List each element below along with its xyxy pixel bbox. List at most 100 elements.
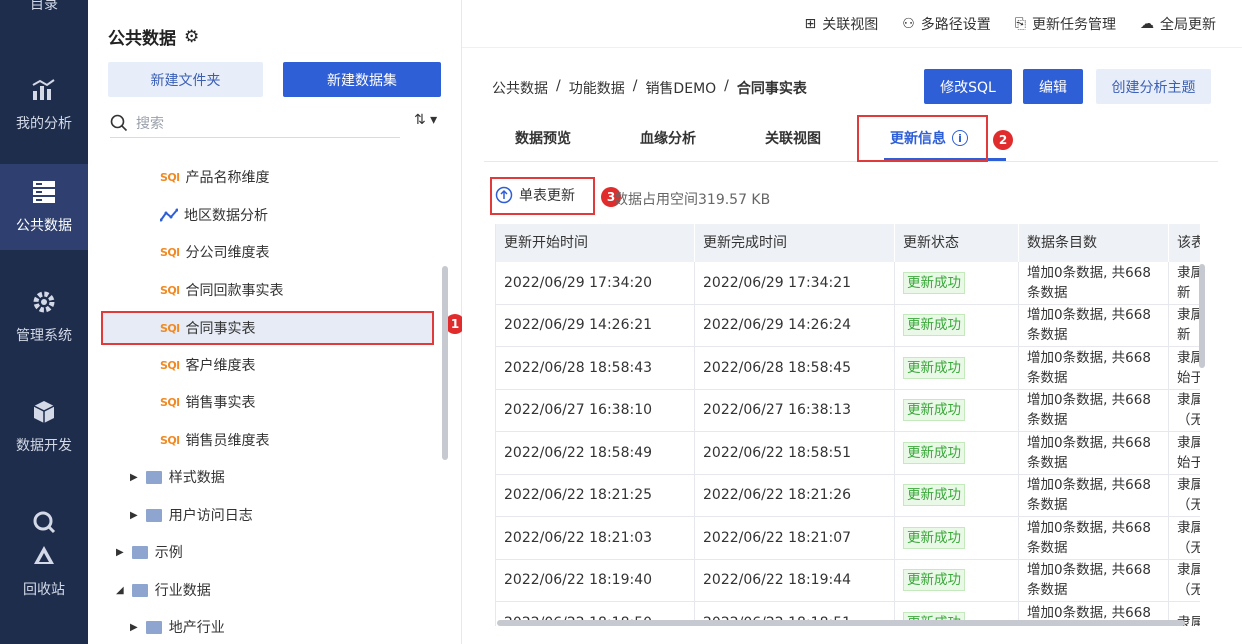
extra-line: 隶属 — [1177, 392, 1200, 409]
table-row[interactable]: 2022/06/29 14:26:21 2022/06/29 14:26:24 更新… — [496, 304, 1200, 347]
caret-right-icon[interactable]: ▶ — [130, 622, 138, 633]
edit-sql-button[interactable]: 修改SQL — [924, 69, 1012, 104]
related-view-label: 关联视图 — [822, 16, 879, 33]
cell-status: 更新成功 — [895, 559, 1019, 601]
record-count-line: 增加0条数据, 共668 — [1027, 392, 1151, 409]
tab-data-preview[interactable]: 数据预览 — [515, 128, 571, 148]
tree-item[interactable]: SQl 合同回款事实表 — [160, 273, 284, 307]
tree-item[interactable]: 地区数据分析 — [160, 198, 268, 232]
cell-record-count: 增加0条数据, 共668 条数据 — [1019, 389, 1169, 431]
new-folder-button[interactable]: 新建文件夹 — [108, 62, 263, 97]
multipath-label: 多路径设置 — [920, 16, 991, 33]
table-row[interactable]: 2022/06/29 17:34:20 2022/06/29 17:34:21 更新… — [496, 262, 1200, 305]
tree-folder[interactable]: ▶ 用户访问日志 — [130, 498, 253, 532]
tree-folder[interactable]: ▶ 示例 — [116, 535, 183, 569]
global-update-button[interactable]: ☁ 全局更新 — [1140, 14, 1216, 34]
breadcrumb-item[interactable]: 公共数据 — [492, 78, 548, 98]
record-count-line: 条数据 — [1027, 497, 1068, 514]
record-count-line: 增加0条数据, 共668 — [1027, 307, 1151, 324]
edit-button[interactable]: 编辑 — [1023, 69, 1083, 104]
rail-item-label: 数据开发 — [16, 438, 72, 454]
tree-item[interactable]: SQl 产品名称维度 — [160, 160, 270, 194]
rail-item-recycle[interactable]: 回收站 — [0, 494, 88, 614]
single-update-button[interactable]: 单表更新 — [495, 185, 575, 205]
tree-item-label: 产品名称维度 — [185, 170, 270, 186]
breadcrumb-separator: / — [556, 78, 561, 94]
table-row[interactable]: 2022/06/27 16:38:10 2022/06/27 16:38:13 更新… — [496, 389, 1200, 432]
tree-item[interactable]: SQl 销售员维度表 — [160, 423, 270, 457]
tree-item[interactable]: SQl 客户维度表 — [160, 348, 256, 382]
rail-item-my-analysis[interactable]: 我的分析 — [0, 62, 88, 148]
status-badge: 更新成功 — [903, 569, 965, 592]
highlight-box-1 — [101, 311, 434, 345]
top-toolbar: ⊞ 关联视图 ⚇ 多路径设置 ⎘ 更新任务管理 ☁ 全局更新 — [462, 0, 1242, 48]
table-vertical-scrollbar[interactable] — [1199, 264, 1205, 368]
caret-down-icon[interactable]: ◢ — [116, 585, 124, 596]
caret-right-icon[interactable]: ▶ — [130, 472, 138, 483]
cell-end-time: 2022/06/29 14:26:24 — [695, 304, 895, 346]
table-row[interactable]: 2022/06/28 18:58:43 2022/06/28 18:58:45 更新… — [496, 347, 1200, 390]
cell-record-count: 增加0条数据, 共668 条数据 — [1019, 474, 1169, 516]
cell-start-time: 2022/06/22 18:19:40 — [496, 559, 695, 601]
breadcrumb: 公共数据 / 功能数据 / 销售DEMO / 合同事实表 — [492, 78, 807, 98]
tree-folder[interactable]: ▶ 样式数据 — [130, 460, 225, 494]
column-header: 数据条目数 — [1019, 224, 1169, 262]
search-input[interactable]: 搜索 — [110, 108, 400, 138]
record-count-line: 增加0条数据, 共668 — [1027, 477, 1151, 494]
panel-title: 公共数据 ⚙ — [108, 24, 199, 50]
cell-end-time: 2022/06/27 16:38:13 — [695, 389, 895, 431]
table-row[interactable]: 2022/06/22 18:21:03 2022/06/22 18:21:07 更新… — [496, 517, 1200, 560]
cell-extra: 隶属新 — [1169, 262, 1200, 304]
breadcrumb-item[interactable]: 销售DEMO — [645, 78, 716, 98]
gear-icon[interactable]: ⚙ — [184, 27, 199, 47]
cell-end-time: 2022/06/28 18:58:45 — [695, 347, 895, 389]
tree-item[interactable]: SQl 分公司维度表 — [160, 235, 270, 269]
breadcrumb-item[interactable]: 功能数据 — [569, 78, 625, 98]
rail-item-admin[interactable]: 管理系统 — [0, 274, 88, 360]
cell-extra: 隶属 （无 — [1169, 390, 1200, 432]
cell-end-time: 2022/06/22 18:21:07 — [695, 517, 895, 559]
extra-line: 隶属 — [1177, 477, 1200, 494]
global-update-label: 全局更新 — [1160, 16, 1216, 33]
single-update-label: 单表更新 — [519, 188, 575, 204]
tree-item[interactable]: SQl 销售事实表 — [160, 385, 256, 419]
create-topic-button[interactable]: 创建分析主题 — [1096, 69, 1211, 104]
table-row[interactable]: 2022/06/22 18:19:40 2022/06/22 18:19:44 更新… — [496, 559, 1200, 602]
related-view-button[interactable]: ⊞ 关联视图 — [805, 14, 879, 34]
extra-line: （无 — [1177, 582, 1200, 599]
tree-folder[interactable]: ◢ 行业数据 — [116, 573, 211, 607]
cell-start-time: 2022/06/28 18:58:43 — [496, 347, 695, 389]
caret-right-icon[interactable]: ▶ — [130, 510, 138, 521]
cell-end-time: 2022/06/29 17:34:21 — [695, 262, 895, 304]
related-view-icon: ⊞ — [804, 15, 817, 32]
status-badge: 更新成功 — [903, 399, 965, 422]
extra-line: 隶属 — [1177, 264, 1200, 281]
record-count-line: 条数据 — [1027, 327, 1068, 344]
cell-extra: 隶属 （无 — [1169, 560, 1200, 602]
rail-item-public-data[interactable]: 公共数据 — [0, 164, 88, 250]
multipath-button[interactable]: ⚇ 多路径设置 — [902, 14, 991, 34]
table-row[interactable]: 2022/06/22 18:21:25 2022/06/22 18:21:26 更新… — [496, 474, 1200, 517]
column-header: 更新开始时间 — [496, 224, 695, 262]
breadcrumb-separator: / — [724, 78, 729, 94]
sql-icon: SQl — [160, 395, 180, 409]
new-dataset-button[interactable]: 新建数据集 — [283, 62, 441, 97]
chart-icon — [32, 79, 55, 100]
cell-record-count: 增加0条数据, 共668 条数据 — [1019, 262, 1169, 304]
tree-folder[interactable]: ▶ 地产行业 — [130, 610, 225, 644]
record-count-line: 条数据 — [1027, 412, 1068, 429]
tab-lineage[interactable]: 血缘分析 — [640, 128, 696, 148]
sort-icon[interactable]: ⇅ ▾ — [414, 112, 437, 128]
table-row[interactable]: 2022/06/22 18:58:49 2022/06/22 18:58:51 更新… — [496, 432, 1200, 475]
cell-start-time: 2022/06/22 18:21:25 — [496, 474, 695, 516]
task-mgmt-button[interactable]: ⎘ 更新任务管理 — [1015, 14, 1116, 34]
table-horizontal-scrollbar[interactable] — [497, 620, 1185, 626]
tree-scrollbar[interactable] — [442, 266, 448, 460]
rail-item-data-dev[interactable]: 数据开发 — [0, 384, 88, 470]
rail-catalog-label[interactable]: 目录 — [0, 0, 88, 14]
cell-status: 更新成功 — [895, 262, 1019, 304]
extra-line: 新 — [1177, 284, 1191, 301]
tree-folder-label: 示例 — [154, 545, 183, 561]
caret-right-icon[interactable]: ▶ — [116, 547, 124, 558]
tab-related-view[interactable]: 关联视图 — [765, 128, 821, 148]
